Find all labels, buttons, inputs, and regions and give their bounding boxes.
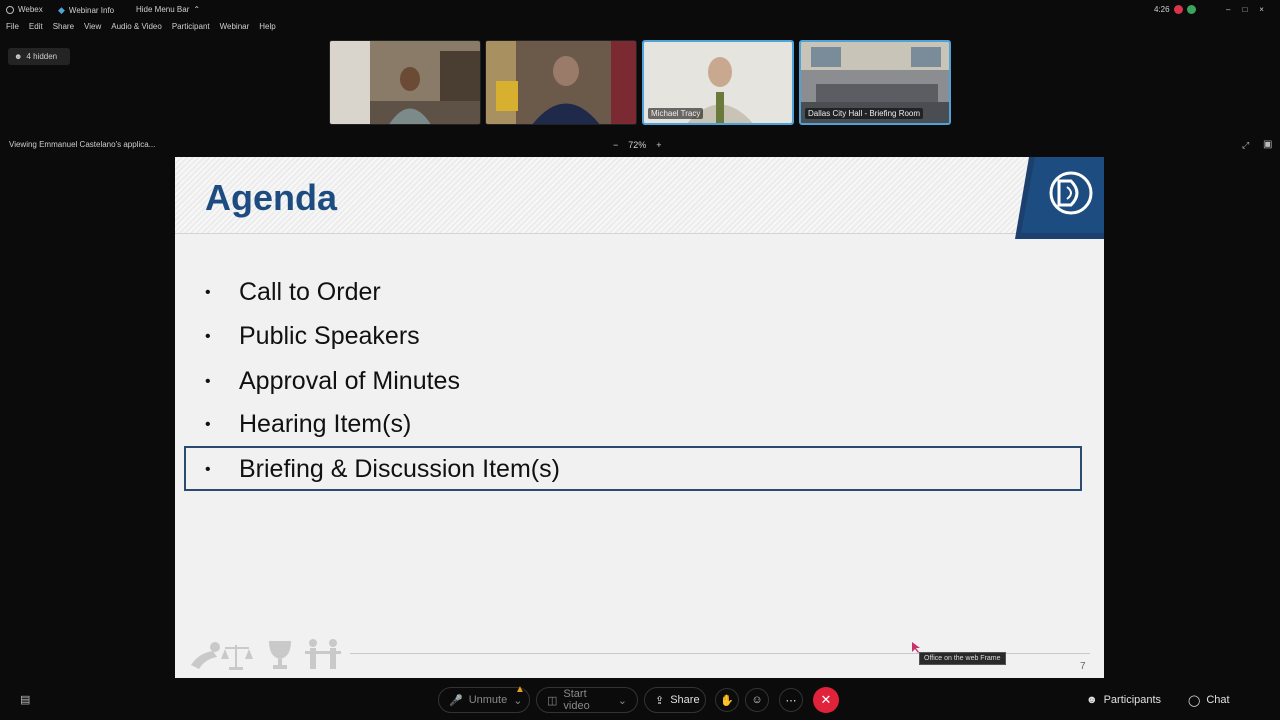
menu-bar: File Edit Share View Audio & Video Parti… xyxy=(0,22,276,36)
smiley-icon: ☺ xyxy=(751,694,763,706)
title-bar: Webex ◆ Webinar Info Hide Menu Bar ⌃ 4:2… xyxy=(0,0,1280,20)
menu-view[interactable]: View xyxy=(84,22,101,36)
hide-menu-bar-label: Hide Menu Bar xyxy=(136,5,190,14)
participant-video-1 xyxy=(330,41,480,124)
bullet: • xyxy=(205,327,211,345)
menu-webinar[interactable]: Webinar xyxy=(220,22,250,36)
captions-icon[interactable]: ▤ xyxy=(20,693,30,706)
start-video-button[interactable]: ◫ Start video ⌄ xyxy=(536,687,638,713)
tooltip: Office on the web Frame xyxy=(919,652,1006,665)
video-off-icon: ◫ xyxy=(547,694,558,707)
slide-page-number: 7 xyxy=(1080,661,1086,672)
display-options-icon[interactable]: ▣ xyxy=(1263,139,1272,150)
hidden-participants-chip[interactable]: ☻ 4 hidden xyxy=(8,48,70,65)
chevron-down-icon[interactable]: ⌄ xyxy=(513,694,522,707)
pop-out-icon[interactable]: ⤢ xyxy=(1242,140,1249,151)
warning-icon: ▲ xyxy=(515,684,525,695)
zoom-level: 72% xyxy=(628,140,647,150)
dallas-logo xyxy=(1015,157,1104,239)
menu-participant[interactable]: Participant xyxy=(172,22,210,36)
maximize-icon[interactable]: □ xyxy=(1242,5,1247,14)
webinar-info-button[interactable]: ◆ Webinar Info xyxy=(58,5,114,16)
webinar-info-label: Webinar Info xyxy=(68,6,115,15)
window-controls: – □ × xyxy=(1226,5,1264,14)
participant-name-4: Dallas City Hall - Briefing Room xyxy=(805,108,924,119)
zoom-in-button[interactable]: + xyxy=(656,140,661,150)
ellipsis-icon: ⋯ xyxy=(785,694,797,707)
more-options-button[interactable]: ⋯ xyxy=(779,688,803,712)
close-icon: ✕ xyxy=(820,692,832,707)
video-tile-4[interactable]: Dallas City Hall - Briefing Room xyxy=(799,40,951,125)
agenda-item: • Call to Order xyxy=(205,278,381,307)
shared-slide: Agenda • Call to Order • Public Speakers… xyxy=(175,157,1104,678)
chat-button[interactable]: ◯ Chat xyxy=(1178,687,1240,713)
bullet: • xyxy=(205,415,211,433)
agenda-item-label: Briefing & Discussion Item(s) xyxy=(239,455,560,483)
agenda-item: • Approval of Minutes xyxy=(205,367,460,396)
hidden-count: 4 hidden xyxy=(26,52,58,61)
participants-label: Participants xyxy=(1103,694,1162,706)
webex-icon xyxy=(6,5,14,14)
bullet: • xyxy=(205,372,211,390)
start-video-label: Start video xyxy=(563,688,590,712)
webex-app[interactable]: Webex xyxy=(6,5,43,14)
record-icon xyxy=(1173,5,1183,14)
agenda-item-label: Public Speakers xyxy=(239,322,420,350)
time-display: 4:26 xyxy=(1154,5,1170,14)
share-button[interactable]: ⇪ Share xyxy=(644,687,706,713)
agenda-item: • Hearing Item(s) xyxy=(205,410,411,439)
agenda-item-label: Call to Order xyxy=(239,278,381,306)
menu-audio-video[interactable]: Audio & Video xyxy=(111,22,162,36)
status-area: 4:26 xyxy=(1154,5,1196,14)
chevron-down-icon[interactable]: ⌄ xyxy=(618,694,627,707)
app-name: Webex xyxy=(18,5,43,14)
video-tile-3[interactable]: Michael Tracy xyxy=(642,40,794,125)
video-tile-2[interactable] xyxy=(485,40,637,125)
person-icon: ☻ xyxy=(14,52,23,61)
leave-meeting-button[interactable]: ✕ xyxy=(813,687,839,713)
menu-share[interactable]: Share xyxy=(53,22,74,36)
menu-edit[interactable]: Edit xyxy=(29,22,43,36)
footer-emblems xyxy=(191,639,341,670)
close-window-icon[interactable]: × xyxy=(1259,5,1264,14)
unmute-label: Unmute xyxy=(468,694,508,706)
zoom-out-button[interactable]: − xyxy=(613,140,618,150)
raise-hand-button[interactable]: ✋ xyxy=(715,688,739,712)
bullet: • xyxy=(205,283,211,301)
connection-icon xyxy=(1186,5,1196,14)
zoom-controls: − 72% + xyxy=(613,140,662,150)
agenda-item-highlighted: • Briefing & Discussion Item(s) xyxy=(205,455,560,484)
agenda-item-label: Approval of Minutes xyxy=(239,367,460,395)
shield-icon: ◆ xyxy=(58,5,65,15)
menu-help[interactable]: Help xyxy=(259,22,275,36)
viewing-share-label: Viewing Emmanuel Castelano's applica... xyxy=(9,140,156,149)
bullet: • xyxy=(205,460,211,478)
participants-icon: ☻ xyxy=(1086,694,1098,706)
agenda-item-label: Hearing Item(s) xyxy=(239,410,412,438)
agenda-item: • Public Speakers xyxy=(205,322,420,351)
reactions-button[interactable]: ☺ xyxy=(745,688,769,712)
participants-button[interactable]: ☻ Participants xyxy=(1076,687,1171,713)
chat-icon: ◯ xyxy=(1188,694,1201,707)
mic-muted-icon: 🎤 xyxy=(449,694,463,707)
hand-icon: ✋ xyxy=(720,694,734,707)
share-icon: ⇪ xyxy=(655,694,665,707)
chevron-up-icon: ⌃ xyxy=(193,5,201,14)
menu-file[interactable]: File xyxy=(6,22,19,36)
minimize-icon[interactable]: – xyxy=(1226,5,1230,14)
hide-menu-bar-button[interactable]: Hide Menu Bar ⌃ xyxy=(136,5,200,14)
share-label: Share xyxy=(670,694,700,706)
video-tile-1[interactable] xyxy=(329,40,481,125)
participant-video-2 xyxy=(486,41,636,124)
slide-title: Agenda xyxy=(205,177,338,218)
participant-name-3: Michael Tracy xyxy=(648,108,704,119)
chat-label: Chat xyxy=(1206,694,1230,706)
